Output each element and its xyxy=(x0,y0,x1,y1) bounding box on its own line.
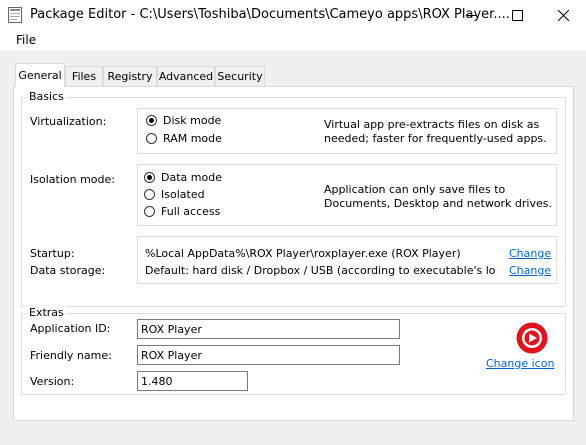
data-mode-radio[interactable]: Data mode xyxy=(144,171,222,184)
menu-file[interactable]: File xyxy=(16,33,36,47)
ram-mode-label: RAM mode xyxy=(163,132,222,145)
tab-security[interactable]: Security xyxy=(215,66,265,86)
tab-registry[interactable]: Registry xyxy=(103,66,157,86)
full-access-label: Full access xyxy=(161,205,221,218)
tab-advanced[interactable]: Advanced xyxy=(157,66,215,86)
application-id-input[interactable] xyxy=(137,319,400,339)
window-title: Package Editor - C:\Users\Toshiba\Docume… xyxy=(30,7,510,22)
isolated-radio[interactable]: Isolated xyxy=(144,188,205,201)
disk-mode-radio[interactable]: Disk mode xyxy=(146,114,221,127)
radio-unselected-icon xyxy=(144,206,155,217)
tab-files[interactable]: Files xyxy=(65,66,103,86)
rox-player-icon[interactable] xyxy=(516,322,548,354)
isolation-label: Isolation mode: xyxy=(30,173,115,186)
close-icon xyxy=(557,9,569,21)
isolation-desc-line1: Application can only save files to xyxy=(324,183,506,196)
virtualization-desc-line1: Virtual app pre-extracts files on disk a… xyxy=(324,118,540,131)
basics-legend: Basics xyxy=(27,90,66,103)
friendly-name-label: Friendly name: xyxy=(30,349,112,362)
minimize-button[interactable] xyxy=(448,0,494,30)
disk-mode-label: Disk mode xyxy=(163,114,222,127)
full-access-radio[interactable]: Full access xyxy=(144,205,220,218)
isolation-desc-line2: Documents, Desktop and network drives. xyxy=(324,197,552,210)
startup-label: Startup: xyxy=(30,247,75,260)
isolation-description: Application can only save files to Docum… xyxy=(324,183,552,211)
application-id-label: Application ID: xyxy=(30,322,111,335)
virtualization-desc-line2: needed; faster for frequently-used apps. xyxy=(324,132,547,145)
radio-unselected-icon xyxy=(144,189,155,200)
friendly-name-input[interactable] xyxy=(137,345,400,365)
menu-bar xyxy=(0,30,586,50)
tab-general[interactable]: General xyxy=(15,63,65,87)
close-button[interactable] xyxy=(540,0,586,30)
ram-mode-radio[interactable]: RAM mode xyxy=(146,132,222,145)
minimize-icon xyxy=(465,14,477,16)
maximize-button[interactable] xyxy=(494,0,540,30)
isolated-label: Isolated xyxy=(161,188,205,201)
radio-selected-icon xyxy=(146,115,157,126)
version-label: Version: xyxy=(30,375,75,388)
virtualization-label: Virtualization: xyxy=(30,115,107,128)
data-storage-label: Data storage: xyxy=(30,264,106,277)
radio-selected-icon xyxy=(144,172,155,183)
virtualization-description: Virtual app pre-extracts files on disk a… xyxy=(324,118,547,146)
version-input[interactable] xyxy=(137,371,248,391)
startup-change-link[interactable]: Change xyxy=(509,247,551,260)
maximize-icon xyxy=(511,9,523,21)
radio-unselected-icon xyxy=(146,133,157,144)
data-storage-value: Default: hard disk / Dropbox / USB (acco… xyxy=(145,264,496,277)
extras-legend: Extras xyxy=(27,306,66,319)
data-mode-label: Data mode xyxy=(161,171,222,184)
startup-value: %Local AppData%\ROX Player\roxplayer.exe… xyxy=(145,247,461,260)
change-icon-link[interactable]: Change icon xyxy=(486,357,554,370)
app-icon xyxy=(8,7,22,23)
data-storage-change-link[interactable]: Change xyxy=(509,264,551,277)
